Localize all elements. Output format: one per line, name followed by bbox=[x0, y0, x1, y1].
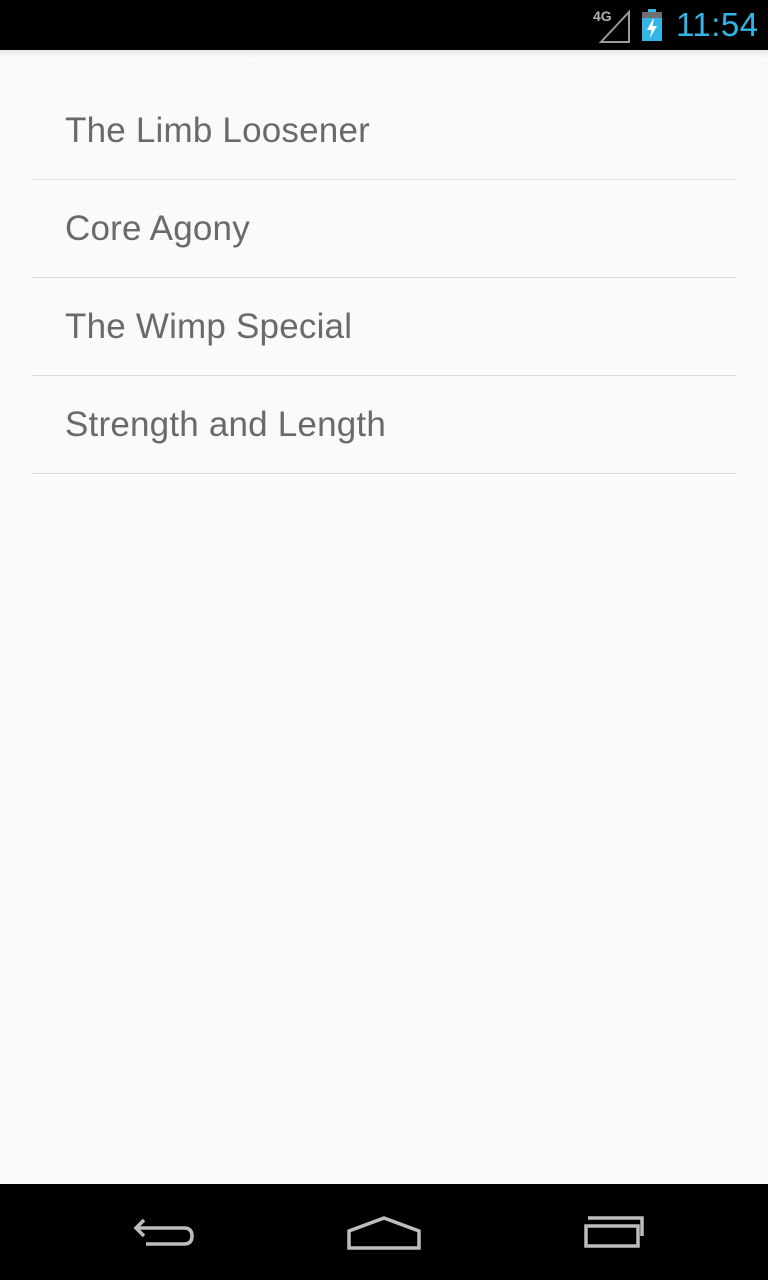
signal-icon: 4G bbox=[593, 8, 631, 44]
back-button[interactable] bbox=[115, 1204, 205, 1260]
list-item[interactable]: The Wimp Special bbox=[32, 278, 736, 376]
back-icon bbox=[133, 1218, 194, 1246]
status-bar-shadow bbox=[0, 50, 768, 58]
home-icon bbox=[347, 1216, 421, 1250]
app-screen: 4G 11:54 The Limb Loosener Core Agony Th… bbox=[0, 0, 768, 1280]
home-button[interactable] bbox=[339, 1204, 429, 1260]
recents-button[interactable] bbox=[565, 1204, 655, 1260]
status-clock: 11:54 bbox=[676, 6, 759, 43]
list-item[interactable]: The Limb Loosener bbox=[32, 82, 736, 180]
battery-charging-icon bbox=[641, 9, 663, 41]
list-item-label: Strength and Length bbox=[65, 404, 387, 444]
recents-icon bbox=[584, 1216, 644, 1248]
list-item-label: The Limb Loosener bbox=[65, 110, 370, 150]
list-item-label: Core Agony bbox=[65, 208, 250, 248]
workout-list: The Limb Loosener Core Agony The Wimp Sp… bbox=[32, 82, 736, 474]
list-item[interactable]: Core Agony bbox=[32, 180, 736, 278]
list-item[interactable]: Strength and Length bbox=[32, 376, 736, 474]
list-item-label: The Wimp Special bbox=[65, 306, 353, 346]
navigation-bar bbox=[0, 1184, 768, 1280]
status-bar: 4G 11:54 bbox=[0, 0, 768, 50]
